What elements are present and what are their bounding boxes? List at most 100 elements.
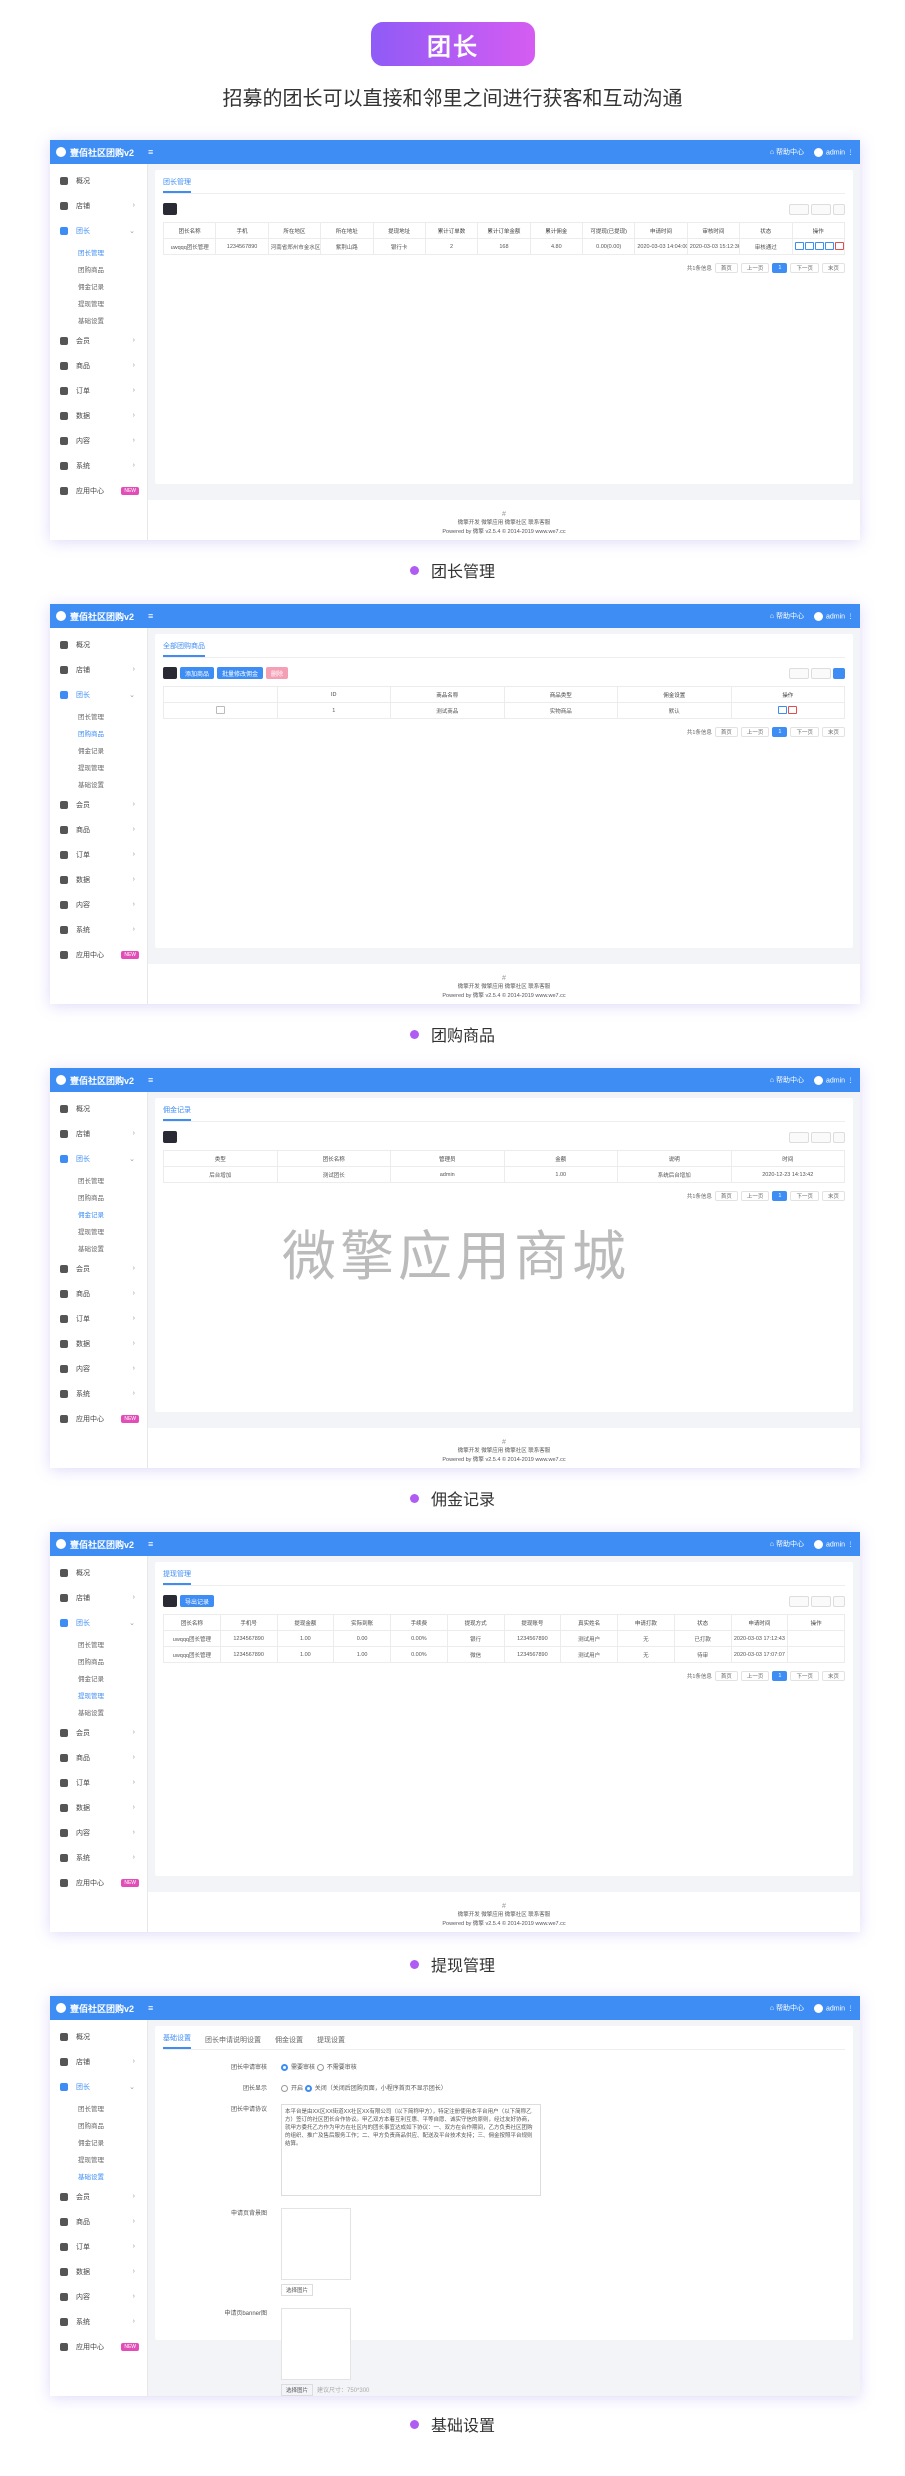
sidebar-item[interactable]: 订单 › [50, 2234, 147, 2259]
current-page-button[interactable]: 1 [772, 1671, 788, 1681]
sidebar-item[interactable]: 应用中心 NEW [50, 478, 147, 503]
sidebar-subitem[interactable]: 基础设置 [50, 775, 147, 792]
agreement-textarea[interactable]: 本平台是由XX区XX街道XX社区XX有限公司（以下简称甲方），特定注册使用本平台… [281, 2104, 541, 2196]
next-page-button[interactable]: 下一页 [790, 263, 819, 273]
sidebar-subitem[interactable]: 佣金记录 [50, 1205, 147, 1222]
sidebar-item[interactable]: 店铺 › [50, 193, 147, 218]
current-page-button[interactable]: 1 [772, 263, 788, 273]
refresh-button[interactable] [163, 667, 177, 679]
edit-icon[interactable] [778, 705, 788, 714]
settings-tab[interactable]: 提现设置 [317, 2035, 345, 2049]
menu-toggle-icon[interactable]: ≡ [148, 1075, 153, 1085]
next-page-button[interactable]: 下一页 [790, 1191, 819, 1201]
sidebar-subitem[interactable]: 团长管理 [50, 1635, 147, 1652]
sidebar-subitem[interactable]: 团购商品 [50, 724, 147, 741]
current-page-button[interactable]: 1 [772, 1191, 788, 1201]
sidebar-item[interactable]: 团长 ⌄ [50, 682, 147, 707]
first-page-button[interactable]: 首页 [714, 1671, 738, 1681]
sidebar-item[interactable]: 内容 › [50, 1820, 147, 1845]
bg-image-button[interactable]: 选择图片 [281, 2284, 314, 2296]
sidebar-item[interactable]: 内容 › [50, 2284, 147, 2309]
column-toggle[interactable] [789, 1131, 809, 1143]
more-icon[interactable]: ⋮ [845, 149, 854, 156]
sidebar-item[interactable]: 会员 › [50, 328, 147, 353]
help-center-link[interactable]: ⌂ 帮助中心 [770, 1539, 804, 1549]
sidebar-item[interactable]: 订单 › [50, 378, 147, 403]
sidebar-item[interactable]: 系统 › [50, 453, 147, 478]
radio-checked[interactable] [304, 2084, 312, 2092]
sidebar-item[interactable]: 店铺 › [50, 2049, 147, 2074]
user-menu[interactable]: admin ⋮ [813, 1539, 854, 1549]
sidebar-item[interactable]: 内容 › [50, 428, 147, 453]
menu-toggle-icon[interactable]: ≡ [148, 611, 153, 621]
toolbar-button[interactable]: 删除 [266, 667, 289, 679]
sidebar-subitem[interactable]: 提现管理 [50, 1222, 147, 1239]
sidebar-subitem[interactable]: 基础设置 [50, 311, 147, 328]
sidebar-subitem[interactable]: 团长管理 [50, 243, 147, 260]
user-menu[interactable]: admin ⋮ [813, 147, 854, 157]
sidebar-item[interactable]: 数据 › [50, 2259, 147, 2284]
toolbar-button[interactable]: 导出记录 [180, 1595, 215, 1607]
row-checkbox[interactable] [215, 705, 225, 714]
sidebar-subitem[interactable]: 团购商品 [50, 1188, 147, 1205]
search-icon[interactable] [833, 667, 845, 679]
sidebar-subitem[interactable]: 团购商品 [50, 260, 147, 277]
delete-icon[interactable] [788, 705, 798, 714]
sidebar-item[interactable]: 团长 ⌄ [50, 1610, 147, 1635]
tab-active[interactable]: 提现管理 [163, 1569, 191, 1585]
sidebar-item[interactable]: 商品 › [50, 817, 147, 842]
sidebar-subitem[interactable]: 佣金记录 [50, 741, 147, 758]
help-center-link[interactable]: ⌂ 帮助中心 [770, 611, 804, 621]
sidebar-item[interactable]: 概况 [50, 168, 147, 193]
user-menu[interactable]: admin ⋮ [813, 1075, 854, 1085]
column-toggle[interactable] [789, 1595, 809, 1607]
help-center-link[interactable]: ⌂ 帮助中心 [770, 147, 804, 157]
delete-icon[interactable] [834, 241, 844, 250]
search-icon[interactable] [833, 203, 845, 215]
settings-tab[interactable]: 基础设置 [163, 2033, 191, 2049]
sidebar-item[interactable]: 店铺 › [50, 1121, 147, 1146]
user-menu[interactable]: admin ⋮ [813, 2003, 854, 2013]
sidebar-item[interactable]: 数据 › [50, 867, 147, 892]
sidebar-item[interactable]: 店铺 › [50, 657, 147, 682]
banner-button[interactable]: 选择图片 [281, 2384, 314, 2396]
sidebar-item[interactable]: 应用中心 NEW [50, 1870, 147, 1895]
tab-active[interactable]: 团长管理 [163, 177, 191, 193]
sidebar-item[interactable]: 会员 › [50, 792, 147, 817]
menu-toggle-icon[interactable]: ≡ [148, 1539, 153, 1549]
sidebar-item[interactable]: 概况 [50, 1560, 147, 1585]
tab-active[interactable]: 佣金记录 [163, 1105, 191, 1121]
search-icon[interactable] [833, 1595, 845, 1607]
settings-tab[interactable]: 团长申请说明设置 [205, 2035, 261, 2049]
sidebar-item[interactable]: 订单 › [50, 1770, 147, 1795]
more-icon[interactable]: ⋮ [845, 2005, 854, 2012]
column-toggle[interactable] [789, 667, 809, 679]
first-page-button[interactable]: 首页 [714, 1191, 738, 1201]
sidebar-item[interactable]: 应用中心 NEW [50, 2334, 147, 2359]
sidebar-subitem[interactable]: 团长管理 [50, 1171, 147, 1188]
sidebar-item[interactable]: 概况 [50, 2024, 147, 2049]
sidebar-item[interactable]: 订单 › [50, 842, 147, 867]
user-menu[interactable]: admin ⋮ [813, 611, 854, 621]
edit-icon[interactable] [814, 241, 824, 250]
sidebar-subitem[interactable]: 团购商品 [50, 1652, 147, 1669]
sidebar-item[interactable]: 系统 › [50, 1381, 147, 1406]
next-page-button[interactable]: 下一页 [790, 1671, 819, 1681]
first-page-button[interactable]: 首页 [714, 263, 738, 273]
sidebar-item[interactable]: 概况 [50, 632, 147, 657]
sidebar-subitem[interactable]: 基础设置 [50, 1239, 147, 1256]
export-toggle[interactable] [811, 1595, 831, 1607]
export-toggle[interactable] [811, 203, 831, 215]
radio-unchecked[interactable] [316, 2063, 324, 2071]
radio-unchecked[interactable] [281, 2084, 288, 2092]
prev-page-button[interactable]: 上一页 [740, 1191, 770, 1201]
help-center-link[interactable]: ⌂ 帮助中心 [770, 2003, 804, 2013]
sidebar-subitem[interactable]: 提现管理 [50, 2150, 147, 2167]
sidebar-item[interactable]: 系统 › [50, 917, 147, 942]
sidebar-subitem[interactable]: 团长管理 [50, 2099, 147, 2116]
sidebar-item[interactable]: 数据 › [50, 1331, 147, 1356]
sidebar-subitem[interactable]: 佣金记录 [50, 2133, 147, 2150]
sidebar-item[interactable]: 内容 › [50, 1356, 147, 1381]
search-icon[interactable] [833, 1131, 845, 1143]
sidebar-item[interactable]: 内容 › [50, 892, 147, 917]
